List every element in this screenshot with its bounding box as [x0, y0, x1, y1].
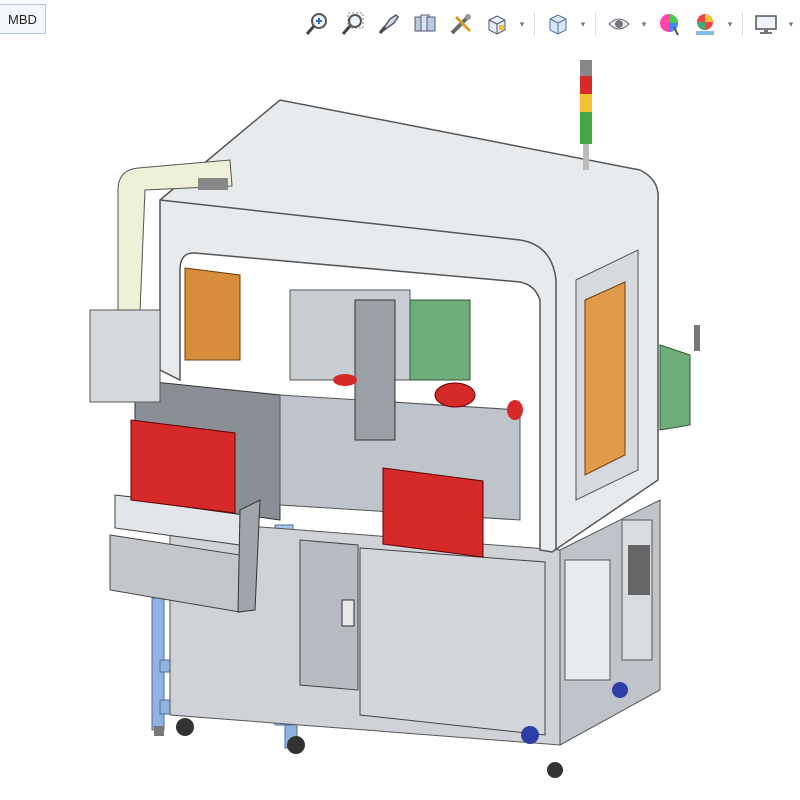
toolbar-divider: [595, 12, 596, 36]
measure-icon: [450, 14, 472, 35]
display-style-button[interactable]: [480, 7, 514, 41]
toolbar-divider: [742, 12, 743, 36]
zoom-in-button[interactable]: [300, 7, 334, 41]
graphics-toolbar: ▾ ▾ ▾ ▾ ▾: [300, 6, 797, 42]
display-settings-button[interactable]: [749, 7, 783, 41]
saved-views-button[interactable]: [408, 7, 442, 41]
saved-views-icon: [414, 14, 436, 32]
scene-button[interactable]: [688, 7, 722, 41]
left-feeder-module: [109, 379, 281, 613]
visibility-eye-icon: [608, 18, 630, 30]
display-style-dropdown[interactable]: ▾: [516, 7, 528, 41]
toolbar-divider: [534, 12, 535, 36]
pan-icon: [378, 14, 399, 34]
zoom-in-icon: [305, 13, 327, 35]
inner-mechanism: [279, 289, 523, 558]
scene-dropdown[interactable]: ▾: [724, 7, 736, 41]
measure-button[interactable]: [444, 7, 478, 41]
right-side-module: [659, 325, 700, 431]
zoom-area-icon: [341, 12, 364, 35]
display-style-icon: [488, 15, 506, 35]
visibility-button[interactable]: [602, 7, 636, 41]
orient-cube-icon: [549, 14, 567, 35]
display-settings-dropdown[interactable]: ▾: [785, 7, 797, 41]
appearance-button[interactable]: [652, 7, 686, 41]
monitor-display-icon: [755, 15, 777, 34]
appearance-color-icon: [660, 14, 679, 36]
graphics-viewport[interactable]: [0, 44, 800, 800]
mbd-tab-label: MBD: [8, 11, 37, 27]
zoom-area-button[interactable]: [336, 7, 370, 41]
orient-button[interactable]: [541, 7, 575, 41]
orient-dropdown[interactable]: ▾: [577, 7, 589, 41]
mbd-tab[interactable]: MBD: [0, 4, 46, 34]
pan-button[interactable]: [372, 7, 406, 41]
scene-render-icon: [696, 14, 714, 35]
visibility-dropdown[interactable]: ▾: [638, 7, 650, 41]
